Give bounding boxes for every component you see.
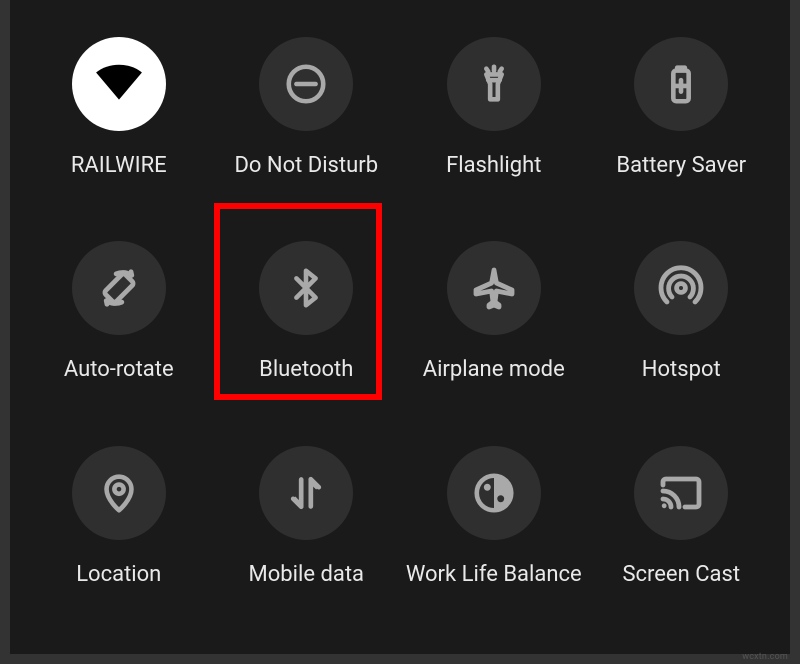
tile-label: Battery Saver <box>616 153 746 178</box>
tile-bluetooth-button[interactable] <box>259 241 353 335</box>
hotspot-icon <box>657 264 705 312</box>
auto-rotate-icon <box>95 264 143 312</box>
tile-location[interactable]: Location <box>30 419 208 614</box>
tile-label: Auto-rotate <box>64 357 174 382</box>
tile-dnd-button[interactable] <box>259 37 353 131</box>
tile-label: Work Life Balance <box>406 562 582 587</box>
bluetooth-icon <box>283 265 329 311</box>
tile-dnd[interactable]: Do Not Disturb <box>218 10 396 205</box>
tile-screen-cast-button[interactable] <box>634 446 728 540</box>
location-icon <box>96 470 142 516</box>
screen-cast-icon <box>657 469 705 517</box>
tile-auto-rotate-button[interactable] <box>72 241 166 335</box>
tile-work-life[interactable]: Work Life Balance <box>405 419 583 614</box>
tile-bluetooth[interactable]: Bluetooth <box>218 215 396 410</box>
tile-label: Location <box>76 562 161 587</box>
battery-saver-icon <box>658 61 704 107</box>
tile-airplane[interactable]: Airplane mode <box>405 215 583 410</box>
tile-label: Hotspot <box>642 357 721 382</box>
quick-settings-panel: RAILWIRE Do Not Disturb F <box>10 0 790 654</box>
mobile-data-icon <box>283 470 329 516</box>
wifi-icon <box>94 59 144 109</box>
tile-mobile-data[interactable]: Mobile data <box>218 419 396 614</box>
tile-battery-saver[interactable]: Battery Saver <box>593 10 771 205</box>
tile-label: Bluetooth <box>259 357 353 382</box>
quick-settings-grid: RAILWIRE Do Not Disturb F <box>10 0 790 654</box>
tile-label: Mobile data <box>249 562 364 587</box>
tile-label: Do Not Disturb <box>234 153 378 178</box>
tile-airplane-button[interactable] <box>447 241 541 335</box>
watermark-text: wcxtn.com <box>742 652 788 662</box>
tile-mobile-data-button[interactable] <box>259 446 353 540</box>
dnd-icon <box>283 61 329 107</box>
tile-label: Flashlight <box>446 153 541 178</box>
tile-battery-saver-button[interactable] <box>634 37 728 131</box>
tile-work-life-button[interactable] <box>447 446 541 540</box>
tile-label: Screen Cast <box>622 562 740 587</box>
tile-screen-cast[interactable]: Screen Cast <box>593 419 771 614</box>
tile-location-button[interactable] <box>72 446 166 540</box>
tile-hotspot[interactable]: Hotspot <box>593 215 771 410</box>
airplane-icon <box>470 264 518 312</box>
tile-label: RAILWIRE <box>71 153 167 178</box>
tile-hotspot-button[interactable] <box>634 241 728 335</box>
tile-auto-rotate[interactable]: Auto-rotate <box>30 215 208 410</box>
tile-flashlight[interactable]: Flashlight <box>405 10 583 205</box>
tile-wifi[interactable]: RAILWIRE <box>30 10 208 205</box>
work-life-icon <box>471 470 517 516</box>
flashlight-icon <box>471 61 517 107</box>
tile-label: Airplane mode <box>423 357 565 382</box>
tile-flashlight-button[interactable] <box>447 37 541 131</box>
tile-wifi-button[interactable] <box>72 37 166 131</box>
